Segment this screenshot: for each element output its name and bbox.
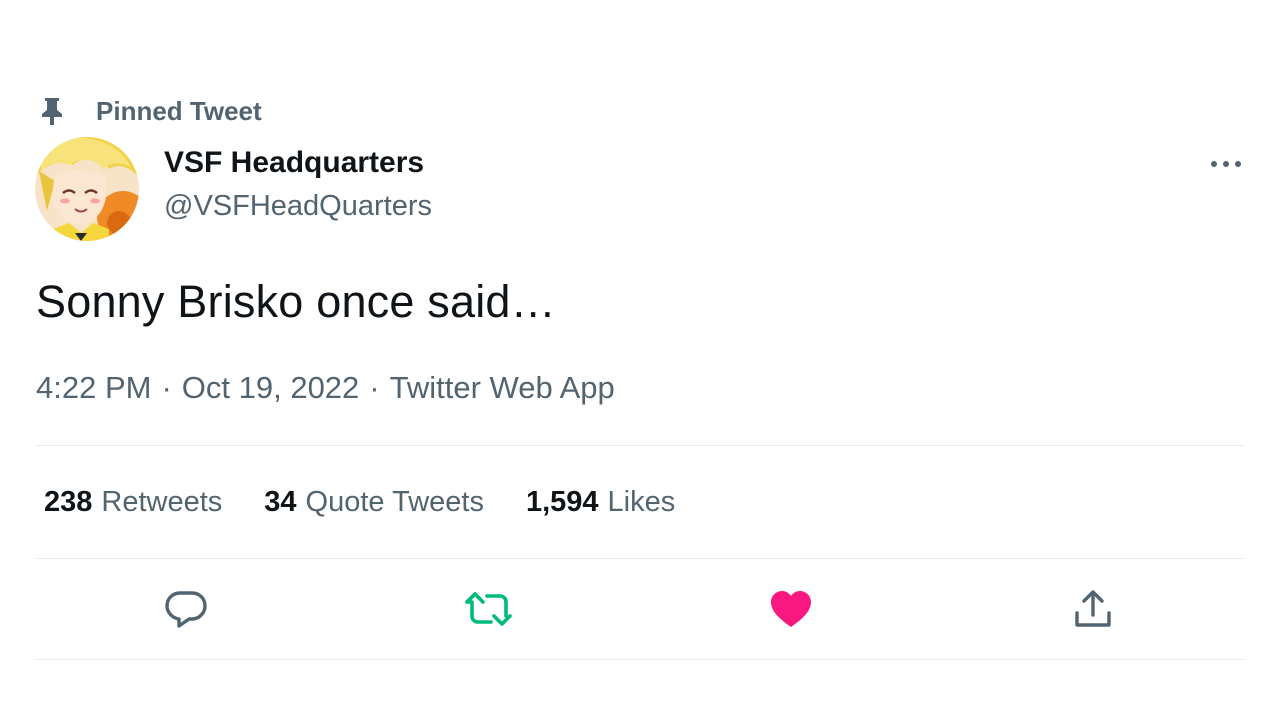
pinned-label: Pinned Tweet [96,95,262,126]
like-button[interactable] [766,584,816,634]
tweet-text: Sonny Brisko once said… [36,276,556,327]
author-handle[interactable]: @VSFHeadQuarters [164,190,432,223]
pinned-indicator: Pinned Tweet [38,94,262,128]
avatar-image [35,137,139,241]
more-icon [1211,161,1241,167]
tweet-meta: 4:22 PM · Oct 19, 2022 · Twitter Web App [36,370,615,406]
tweet-stats: 238 Retweets 34 Quote Tweets 1,594 Likes [44,486,717,519]
retweets-count: 238 [44,486,93,518]
retweets-label: Retweets [101,486,223,518]
retweet-button[interactable] [464,584,514,634]
divider [36,659,1244,660]
author-display-name[interactable]: VSF Headquarters [164,146,424,180]
share-button[interactable] [1068,584,1118,634]
quote-tweets-count: 34 [264,486,297,518]
reply-icon [165,591,207,628]
likes-label: Likes [607,486,676,518]
more-button[interactable] [1208,150,1244,178]
divider [36,445,1244,446]
pin-icon [42,98,62,125]
meta-separator: · [161,370,172,405]
likes-count: 1,594 [525,486,599,518]
retweets-stat[interactable]: 238 Retweets [44,486,222,519]
heart-icon [771,591,811,627]
likes-stat[interactable]: 1,594 Likes [526,486,675,519]
tweet-card[interactable]: Pinned Tweet VSF Headquarters @VSFHeadQu… [0,0,1280,720]
avatar[interactable] [35,137,139,241]
divider [36,558,1244,559]
reply-button[interactable] [161,584,211,634]
share-icon [1075,590,1111,627]
quote-tweets-label: Quote Tweets [305,486,484,518]
retweet-icon [465,592,512,626]
tweet-date[interactable]: Oct 19, 2022 [182,370,360,406]
quote-tweets-stat[interactable]: 34 Quote Tweets [264,486,484,519]
tweet-time[interactable]: 4:22 PM [36,370,151,406]
tweet-source[interactable]: Twitter Web App [390,370,615,406]
meta-separator: · [369,370,380,405]
